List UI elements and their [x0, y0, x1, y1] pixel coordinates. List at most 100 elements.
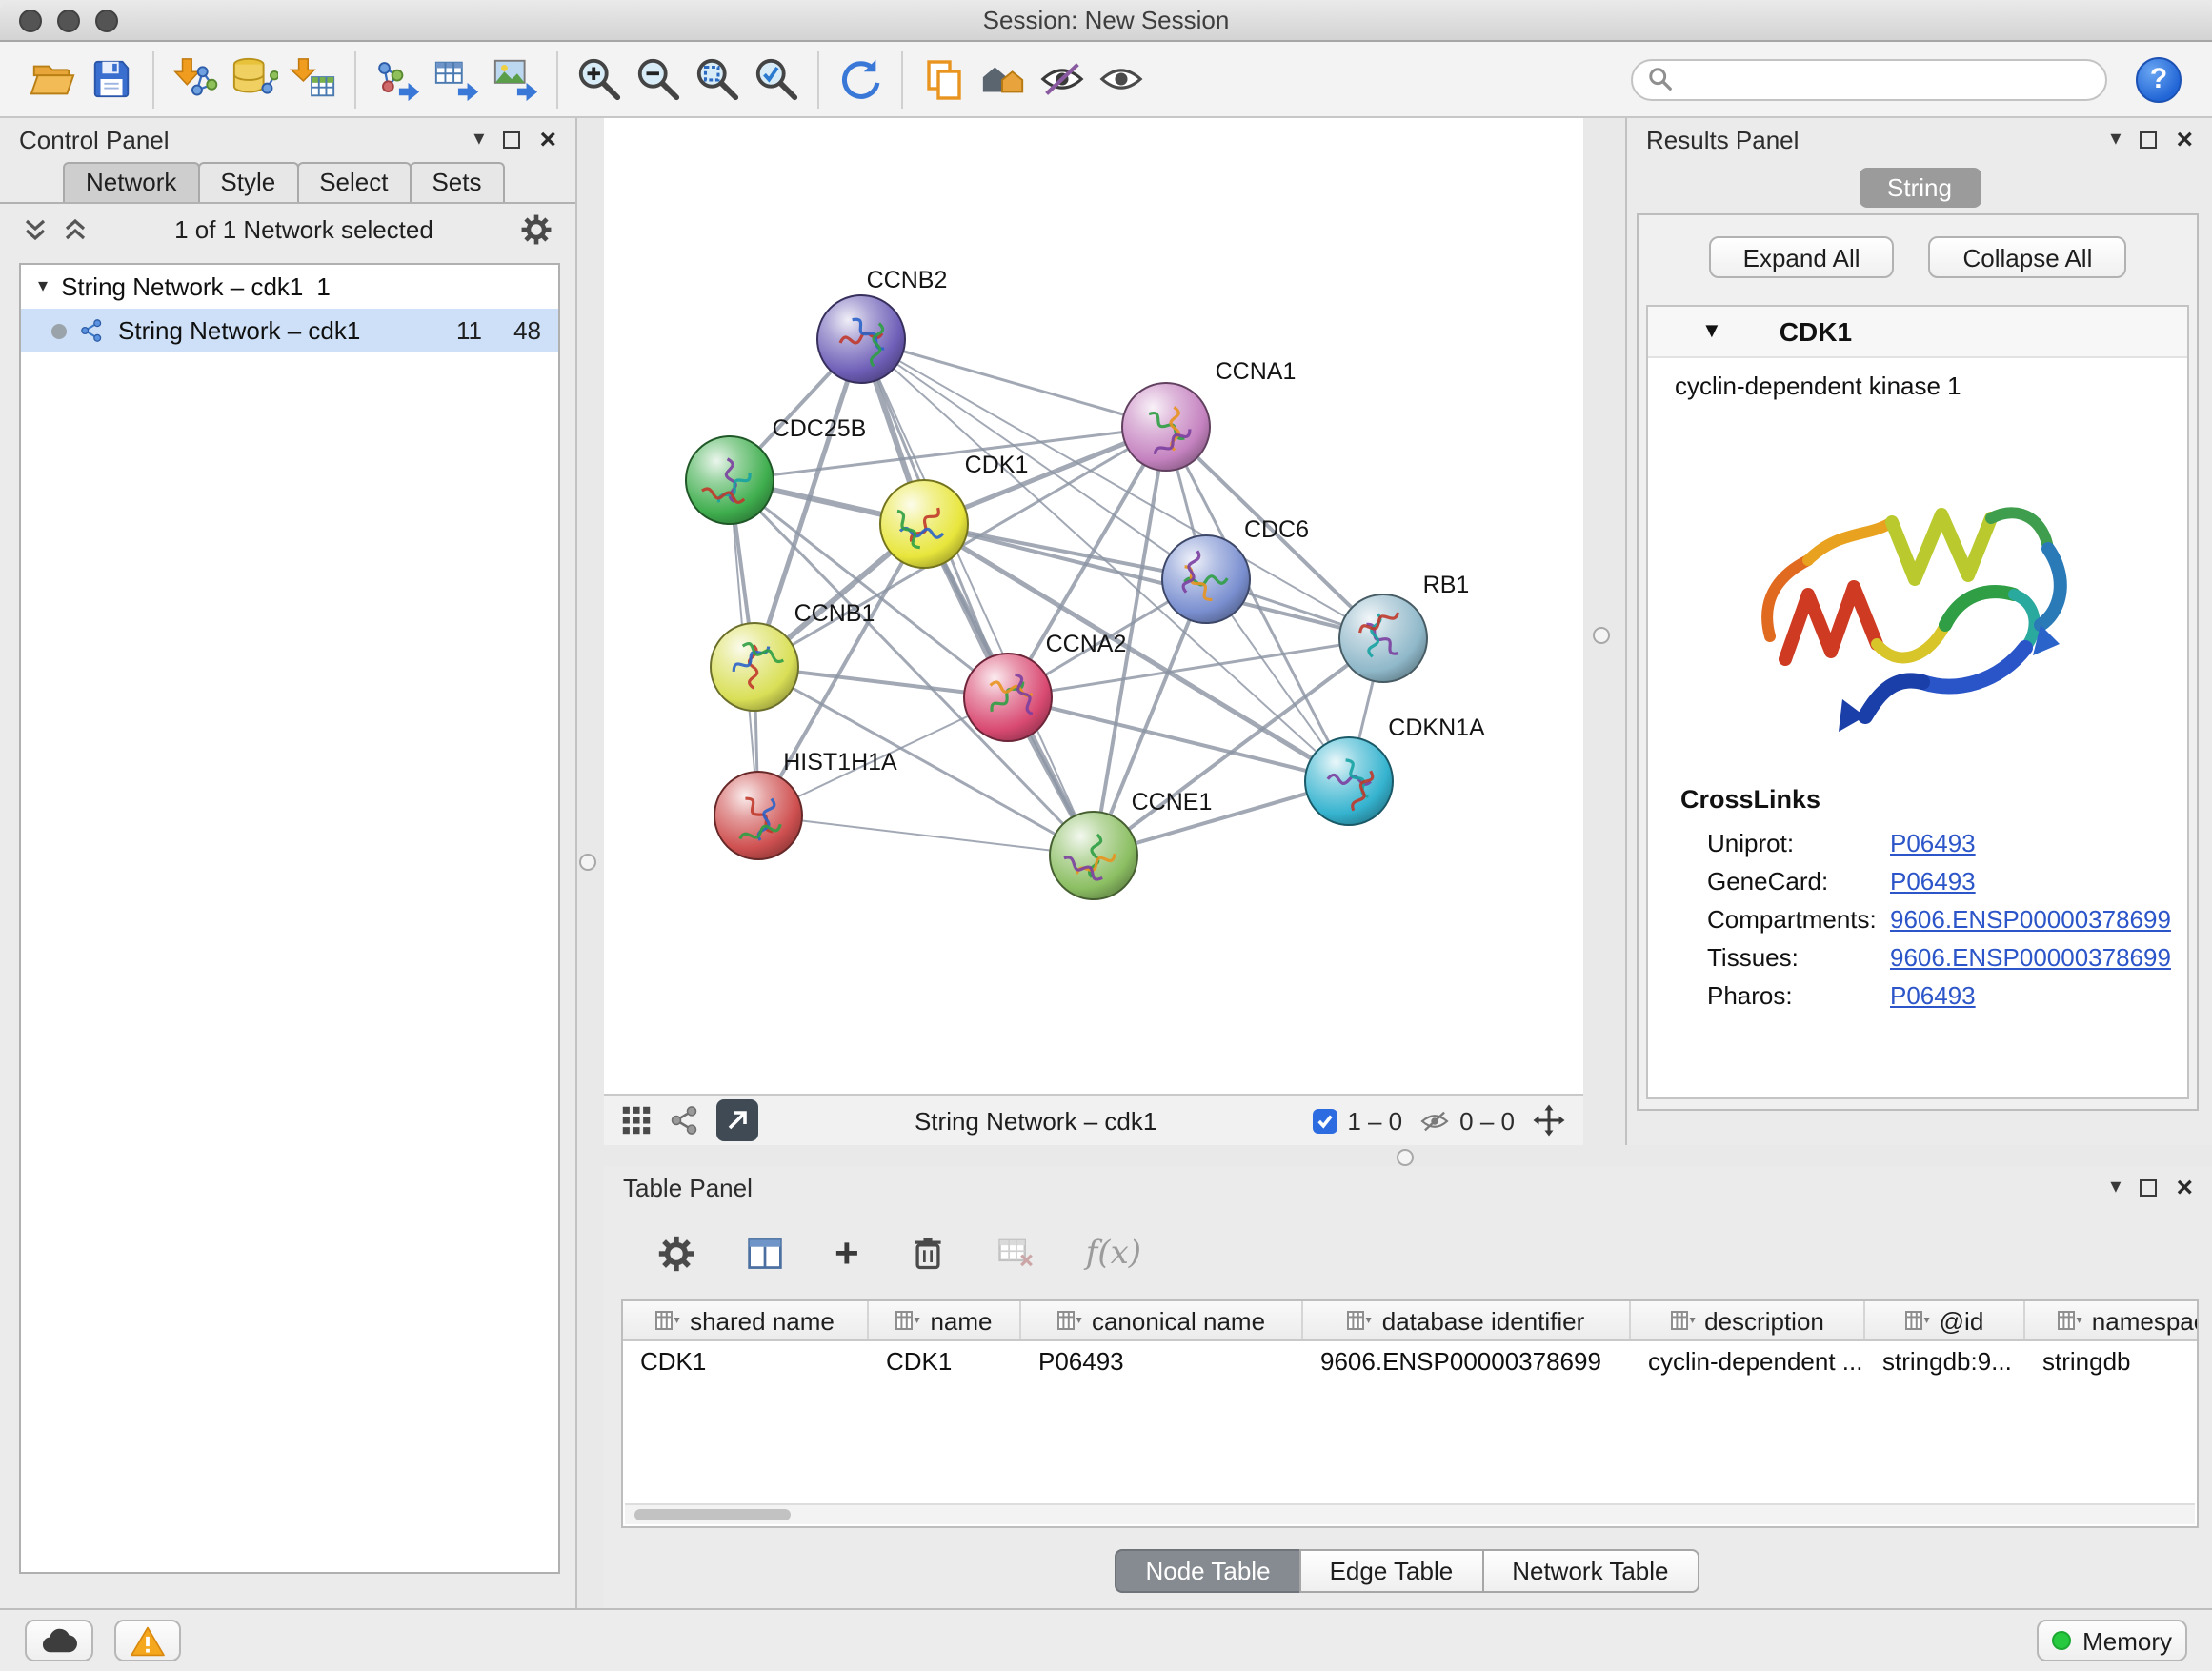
network-node-rb1[interactable]: RB1	[1339, 572, 1469, 682]
close-panel-icon[interactable]: ×	[2176, 1174, 2193, 1202]
toolbar-separator	[556, 50, 558, 108]
import-network-from-database-button[interactable]	[225, 49, 284, 110]
network-node-ccnb2[interactable]: CCNB2	[817, 267, 947, 383]
maximize-panel-icon[interactable]	[2140, 131, 2157, 149]
network-collection-row[interactable]: ▾ String Network – cdk1 1	[21, 265, 558, 309]
tab-edge-table[interactable]: Edge Table	[1299, 1549, 1484, 1593]
expand-all-button[interactable]: Expand All	[1709, 236, 1895, 278]
open-in-new-window-button[interactable]	[716, 1099, 758, 1141]
zoom-window-button[interactable]	[95, 10, 118, 32]
import-table-from-file-button[interactable]	[284, 49, 343, 110]
column-header[interactable]: name	[869, 1301, 1021, 1339]
search-box[interactable]	[1631, 58, 2107, 100]
column-header[interactable]: @id	[1865, 1301, 2025, 1339]
hide-selected-button[interactable]	[1033, 49, 1092, 110]
export-image-button[interactable]	[486, 49, 545, 110]
table-settings-gear-icon[interactable]	[657, 1234, 695, 1272]
tab-node-table[interactable]: Node Table	[1115, 1549, 1300, 1593]
disclosure-triangle-icon[interactable]: ▾	[38, 276, 48, 297]
zoom-selected-button[interactable]	[747, 49, 806, 110]
network-node-hist1h1a[interactable]: HIST1H1A	[714, 749, 897, 859]
tab-string[interactable]: String	[1859, 168, 1981, 208]
float-panel-icon[interactable]: ▾	[473, 130, 484, 151]
import-network-from-file-button[interactable]	[166, 49, 225, 110]
node-card-header[interactable]: ▼ CDK1	[1648, 307, 2187, 358]
collapse-all-icon[interactable]	[23, 217, 48, 242]
network-edge[interactable]	[861, 339, 1166, 427]
crosslink-value[interactable]: 9606.ENSP00000378699	[1890, 904, 2171, 933]
crosslink-value[interactable]: P06493	[1890, 828, 1976, 856]
open-session-button[interactable]	[23, 49, 82, 110]
network-edge[interactable]	[861, 339, 1094, 856]
show-columns-icon[interactable]	[745, 1234, 785, 1272]
zoom-out-button[interactable]	[629, 49, 688, 110]
network-node-ccne1[interactable]: CCNE1	[1050, 789, 1212, 899]
add-column-icon[interactable]: +	[835, 1232, 859, 1274]
duplicate-network-button[interactable]	[915, 49, 974, 110]
memory-button[interactable]: Memory	[2037, 1620, 2187, 1661]
control-panel-title: Control Panel	[19, 126, 170, 154]
selection-checkbox-icon[interactable]	[1313, 1108, 1337, 1133]
graph-view-icon[interactable]	[669, 1105, 699, 1136]
crosslink-value[interactable]: 9606.ENSP00000378699	[1890, 942, 2171, 971]
collapse-triangle-icon[interactable]: ▼	[1701, 320, 1722, 343]
collapse-all-button[interactable]: Collapse All	[1929, 236, 2127, 278]
float-panel-icon[interactable]: ▾	[2110, 130, 2121, 151]
splitter-handle[interactable]	[1593, 627, 1610, 644]
results-panel-title: Results Panel	[1646, 126, 1799, 154]
column-header[interactable]: namespace	[2025, 1301, 2199, 1339]
zoom-in-button[interactable]	[570, 49, 629, 110]
crosslink-value[interactable]: P06493	[1890, 980, 1976, 1009]
float-panel-icon[interactable]: ▾	[2110, 1178, 2121, 1198]
tab-network[interactable]: Network	[63, 162, 199, 202]
column-sort-icon	[895, 1309, 920, 1332]
column-header[interactable]: database identifier	[1303, 1301, 1631, 1339]
tab-style[interactable]: Style	[197, 162, 298, 202]
network-node-ccna1[interactable]: CCNA1	[1122, 358, 1296, 471]
pan-crosshair-icon[interactable]	[1532, 1103, 1566, 1137]
tab-select[interactable]: Select	[296, 162, 411, 202]
splitter-handle[interactable]	[1397, 1149, 1414, 1166]
export-table-button[interactable]	[427, 49, 486, 110]
column-header[interactable]: canonical name	[1021, 1301, 1303, 1339]
maximize-panel-icon[interactable]	[2140, 1179, 2157, 1197]
control-panel: Control Panel ▾ × NetworkStyleSelectSets…	[0, 118, 577, 1608]
node-label: CCNB2	[867, 267, 948, 293]
warnings-button[interactable]	[114, 1620, 181, 1661]
node-table[interactable]: shared namenamecanonical namedatabase id…	[621, 1299, 2199, 1528]
close-panel-icon[interactable]: ×	[539, 126, 556, 154]
zoom-fit-button[interactable]	[688, 49, 747, 110]
show-all-button[interactable]	[1092, 49, 1151, 110]
column-header[interactable]: description	[1631, 1301, 1865, 1339]
export-network-button[interactable]	[368, 49, 427, 110]
network-edge[interactable]	[758, 815, 1094, 856]
apply-layout-button[interactable]	[831, 49, 890, 110]
titlebar[interactable]: Session: New Session	[0, 0, 2212, 42]
network-edge[interactable]	[924, 524, 1383, 638]
show-home-button[interactable]	[974, 49, 1033, 110]
close-window-button[interactable]	[19, 10, 42, 32]
cloud-status-button[interactable]	[25, 1620, 93, 1661]
birds-eye-view-icon[interactable]	[621, 1105, 652, 1136]
help-button[interactable]: ?	[2136, 56, 2182, 102]
tab-sets[interactable]: Sets	[409, 162, 504, 202]
minimize-window-button[interactable]	[57, 10, 80, 32]
delete-column-trash-icon[interactable]	[909, 1233, 947, 1273]
search-input[interactable]	[1684, 65, 2090, 93]
network-canvas[interactable]: CCNB2CCNA1CDC25BCDK1CDC6RB1CCNB1CCNA2CDK…	[604, 118, 1583, 1094]
close-panel-icon[interactable]: ×	[2176, 126, 2193, 154]
save-session-button[interactable]	[82, 49, 141, 110]
network-node-cdkn1a[interactable]: CDKN1A	[1305, 715, 1485, 825]
tab-network-table[interactable]: Network Table	[1481, 1549, 1699, 1593]
expand-all-icon[interactable]	[63, 217, 88, 242]
splitter-handle[interactable]	[579, 854, 596, 871]
arrow-up-right-icon	[726, 1109, 749, 1132]
network-row-selected[interactable]: String Network – cdk1 11 48	[21, 309, 558, 352]
scrollbar-thumb[interactable]	[634, 1509, 791, 1520]
maximize-panel-icon[interactable]	[503, 131, 520, 149]
column-header[interactable]: shared name	[623, 1301, 869, 1339]
horizontal-scrollbar[interactable]	[625, 1503, 2195, 1524]
gear-icon[interactable]	[520, 213, 553, 246]
crosslink-value[interactable]: P06493	[1890, 866, 1976, 895]
table-row[interactable]: CDK1CDK1P064939606.ENSP00000378699cyclin…	[623, 1341, 2197, 1383]
